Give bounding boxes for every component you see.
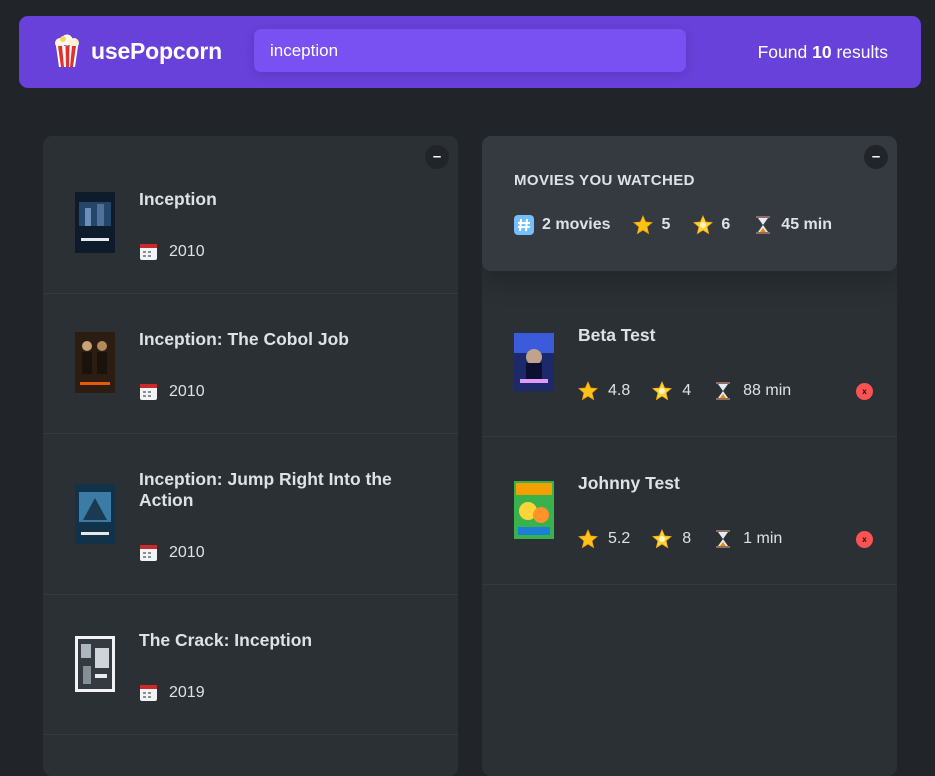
calendar-icon	[140, 384, 157, 400]
watched-panel: – MOVIES YOU WATCHED 2 movies 5 6 45 min…	[482, 136, 897, 776]
movie-title: Johnny Test	[578, 473, 680, 493]
movie-stats: 5.2 8 1 min	[578, 529, 804, 549]
movie-title: Inception: Jump Right Into the Action	[139, 469, 392, 510]
stat-imdb: 5.2	[578, 529, 630, 549]
results-number: 10	[812, 42, 832, 62]
movie-stats: 4.8 4 88 min	[578, 381, 813, 401]
stat-user: 8	[652, 529, 691, 549]
glowing-star-icon	[652, 529, 673, 549]
stat-runtime: 45 min	[753, 215, 832, 235]
summary-stats: 2 movies 5 6 45 min	[514, 215, 855, 235]
results-count: Found 10 results	[758, 42, 888, 63]
results-prefix: Found	[757, 42, 808, 62]
movie-title: The Crack: Inception	[139, 630, 313, 650]
imdb-rating: 5.2	[608, 530, 631, 547]
stat-imdb: 4.8	[578, 381, 630, 401]
imdb-rating: 4.8	[608, 382, 631, 399]
movie-year: 2010	[139, 242, 205, 261]
movie-title: Beta Test	[578, 325, 656, 345]
stat-runtime: 1 min	[713, 529, 782, 549]
star-icon	[578, 529, 598, 549]
search-input[interactable]	[254, 29, 686, 72]
poster-icon	[514, 333, 554, 391]
poster-icon	[75, 332, 115, 393]
calendar-icon	[140, 685, 157, 701]
movie-year: 2010	[139, 543, 205, 562]
hourglass-icon	[716, 382, 731, 400]
list-item[interactable]: Inception: The Cobol Job 2010	[43, 294, 458, 434]
poster-icon	[75, 636, 115, 692]
star-icon	[633, 215, 654, 235]
runtime: 1 min	[743, 530, 783, 547]
star-icon	[578, 381, 598, 401]
avg-user: 6	[721, 216, 731, 233]
movie-title: Inception: The Cobol Job	[139, 329, 349, 349]
hourglass-icon	[756, 216, 771, 234]
stat-runtime: 88 min	[713, 381, 791, 401]
hash-icon	[514, 215, 534, 235]
stat-user: 6	[693, 215, 730, 235]
movie-title: Inception	[139, 189, 217, 209]
watched-list-item[interactable]: Beta Test 4.8 4 88 min x	[482, 289, 897, 437]
navbar: usePopcorn Found 10 results	[19, 16, 921, 88]
avg-imdb: 5	[661, 216, 671, 233]
year-value: 2019	[169, 683, 205, 701]
search-results-panel: – Inception 2010 Inception: The Cobol Jo…	[43, 136, 458, 776]
stat-imdb: 5	[633, 215, 670, 235]
logo: usePopcorn	[53, 34, 222, 68]
delete-button[interactable]: x	[856, 531, 873, 548]
movie-year: 2019	[139, 683, 205, 702]
list-item[interactable]: Inception: Jump Right Into the Action 20…	[43, 434, 458, 595]
results-suffix: results	[836, 42, 888, 62]
poster-icon	[75, 484, 115, 544]
summary-heading: MOVIES YOU WATCHED	[514, 172, 695, 189]
poster-icon	[75, 192, 115, 253]
collapse-watched-button[interactable]: –	[864, 145, 888, 169]
movie-year: 2010	[139, 382, 205, 401]
stat-movies: 2 movies	[514, 215, 610, 235]
poster-icon	[514, 481, 554, 539]
calendar-icon	[140, 545, 157, 561]
app-title: usePopcorn	[91, 37, 222, 64]
year-value: 2010	[169, 382, 205, 400]
list-item[interactable]: Inception 2010	[43, 136, 458, 294]
user-rating: 4	[682, 382, 692, 399]
list-item[interactable]: The Crack: Inception 2019	[43, 595, 458, 735]
stat-user: 4	[652, 381, 691, 401]
watched-list-item[interactable]: Johnny Test 5.2 8 1 min x	[482, 437, 897, 585]
collapse-results-button[interactable]: –	[425, 145, 449, 169]
movies-count: 2 movies	[542, 216, 611, 233]
delete-button[interactable]: x	[856, 383, 873, 400]
hourglass-icon	[716, 530, 731, 548]
year-value: 2010	[169, 242, 205, 260]
watched-summary: MOVIES YOU WATCHED 2 movies 5 6 45 min	[482, 136, 897, 271]
glowing-star-icon	[652, 381, 673, 401]
user-rating: 8	[682, 530, 692, 547]
year-value: 2010	[169, 543, 205, 561]
calendar-icon	[140, 244, 157, 260]
popcorn-icon	[55, 34, 79, 67]
avg-runtime: 45 min	[781, 216, 832, 233]
runtime: 88 min	[743, 382, 792, 399]
glowing-star-icon	[693, 215, 714, 235]
